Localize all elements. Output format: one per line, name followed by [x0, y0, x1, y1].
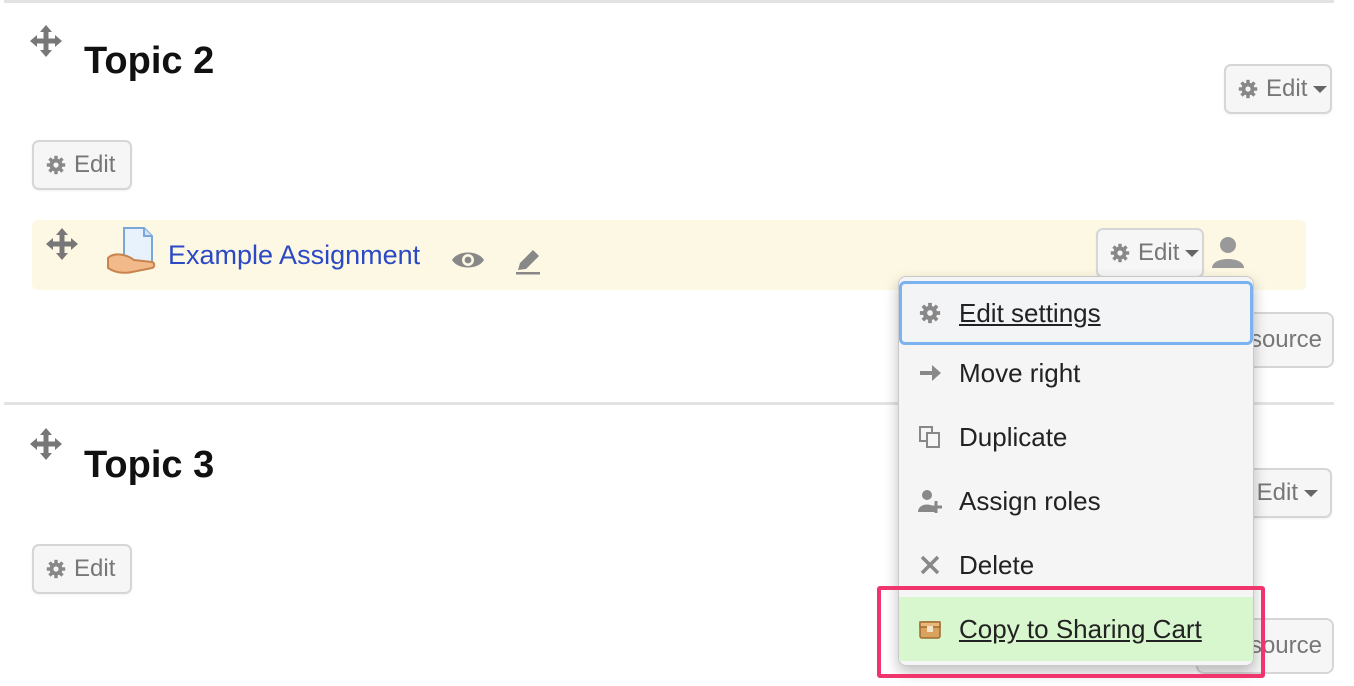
add-resource-label: source [1249, 326, 1322, 353]
move-icon[interactable] [45, 227, 79, 261]
menu-item-edit-settings[interactable]: Edit settings [899, 281, 1253, 345]
menu-item-move-right[interactable]: Move right [899, 341, 1253, 405]
activity-edit-label: Edit [1138, 239, 1180, 266]
topic-title: Topic 2 [84, 40, 215, 82]
box-icon [917, 616, 943, 642]
chevron-down-icon [1304, 489, 1318, 497]
menu-item-label: Move right [959, 357, 1081, 388]
duplicate-icon [917, 424, 943, 450]
gear-icon [1110, 243, 1130, 263]
section-edit-label: Edit [1256, 479, 1298, 506]
menu-item-delete[interactable]: Delete [899, 533, 1253, 597]
activity-link[interactable]: Example Assignment [168, 240, 420, 271]
summary-edit-button[interactable]: Edit [32, 140, 132, 190]
menu-item-label: Duplicate [959, 421, 1068, 452]
menu-item-duplicate[interactable]: Duplicate [899, 405, 1253, 469]
gear-icon [46, 155, 66, 175]
section-divider-top [4, 0, 1334, 3]
menu-item-assign-roles[interactable]: Assign roles [899, 469, 1253, 533]
menu-item-copy-to-sharing-cart[interactable]: Copy to Sharing Cart [899, 597, 1253, 661]
activity-edit-button[interactable]: Edit [1096, 228, 1204, 278]
menu-item-label: Copy to Sharing Cart [959, 613, 1202, 644]
summary-edit-label: Edit [74, 151, 116, 178]
section-edit-label: Edit [1266, 75, 1308, 102]
pencil-icon[interactable] [514, 248, 542, 276]
gear-icon [917, 300, 943, 326]
assignment-icon [106, 226, 158, 276]
menu-item-label: Edit settings [959, 297, 1101, 328]
gear-icon [1238, 79, 1258, 99]
section-edit-button[interactable]: Edit [1224, 64, 1332, 114]
menu-item-label: Delete [959, 549, 1035, 580]
edit-dropdown-menu: Edit settings Move right Duplicate Assig… [898, 276, 1254, 666]
add-resource-label: source [1249, 632, 1322, 659]
eye-icon[interactable] [451, 248, 485, 272]
assign-roles-icon [917, 488, 943, 514]
chevron-down-icon [1313, 85, 1328, 93]
menu-item-label: Assign roles [959, 485, 1101, 516]
chevron-down-icon [1185, 249, 1200, 257]
summary-edit-button[interactable]: Edit [32, 544, 132, 594]
arrow-right-icon [917, 360, 943, 386]
move-icon[interactable] [29, 24, 63, 58]
user-icon[interactable] [1210, 234, 1246, 270]
summary-edit-label: Edit [74, 555, 116, 582]
close-icon [917, 552, 943, 578]
topic-title: Topic 3 [84, 444, 215, 486]
gear-icon [46, 559, 66, 579]
move-icon[interactable] [29, 427, 63, 461]
